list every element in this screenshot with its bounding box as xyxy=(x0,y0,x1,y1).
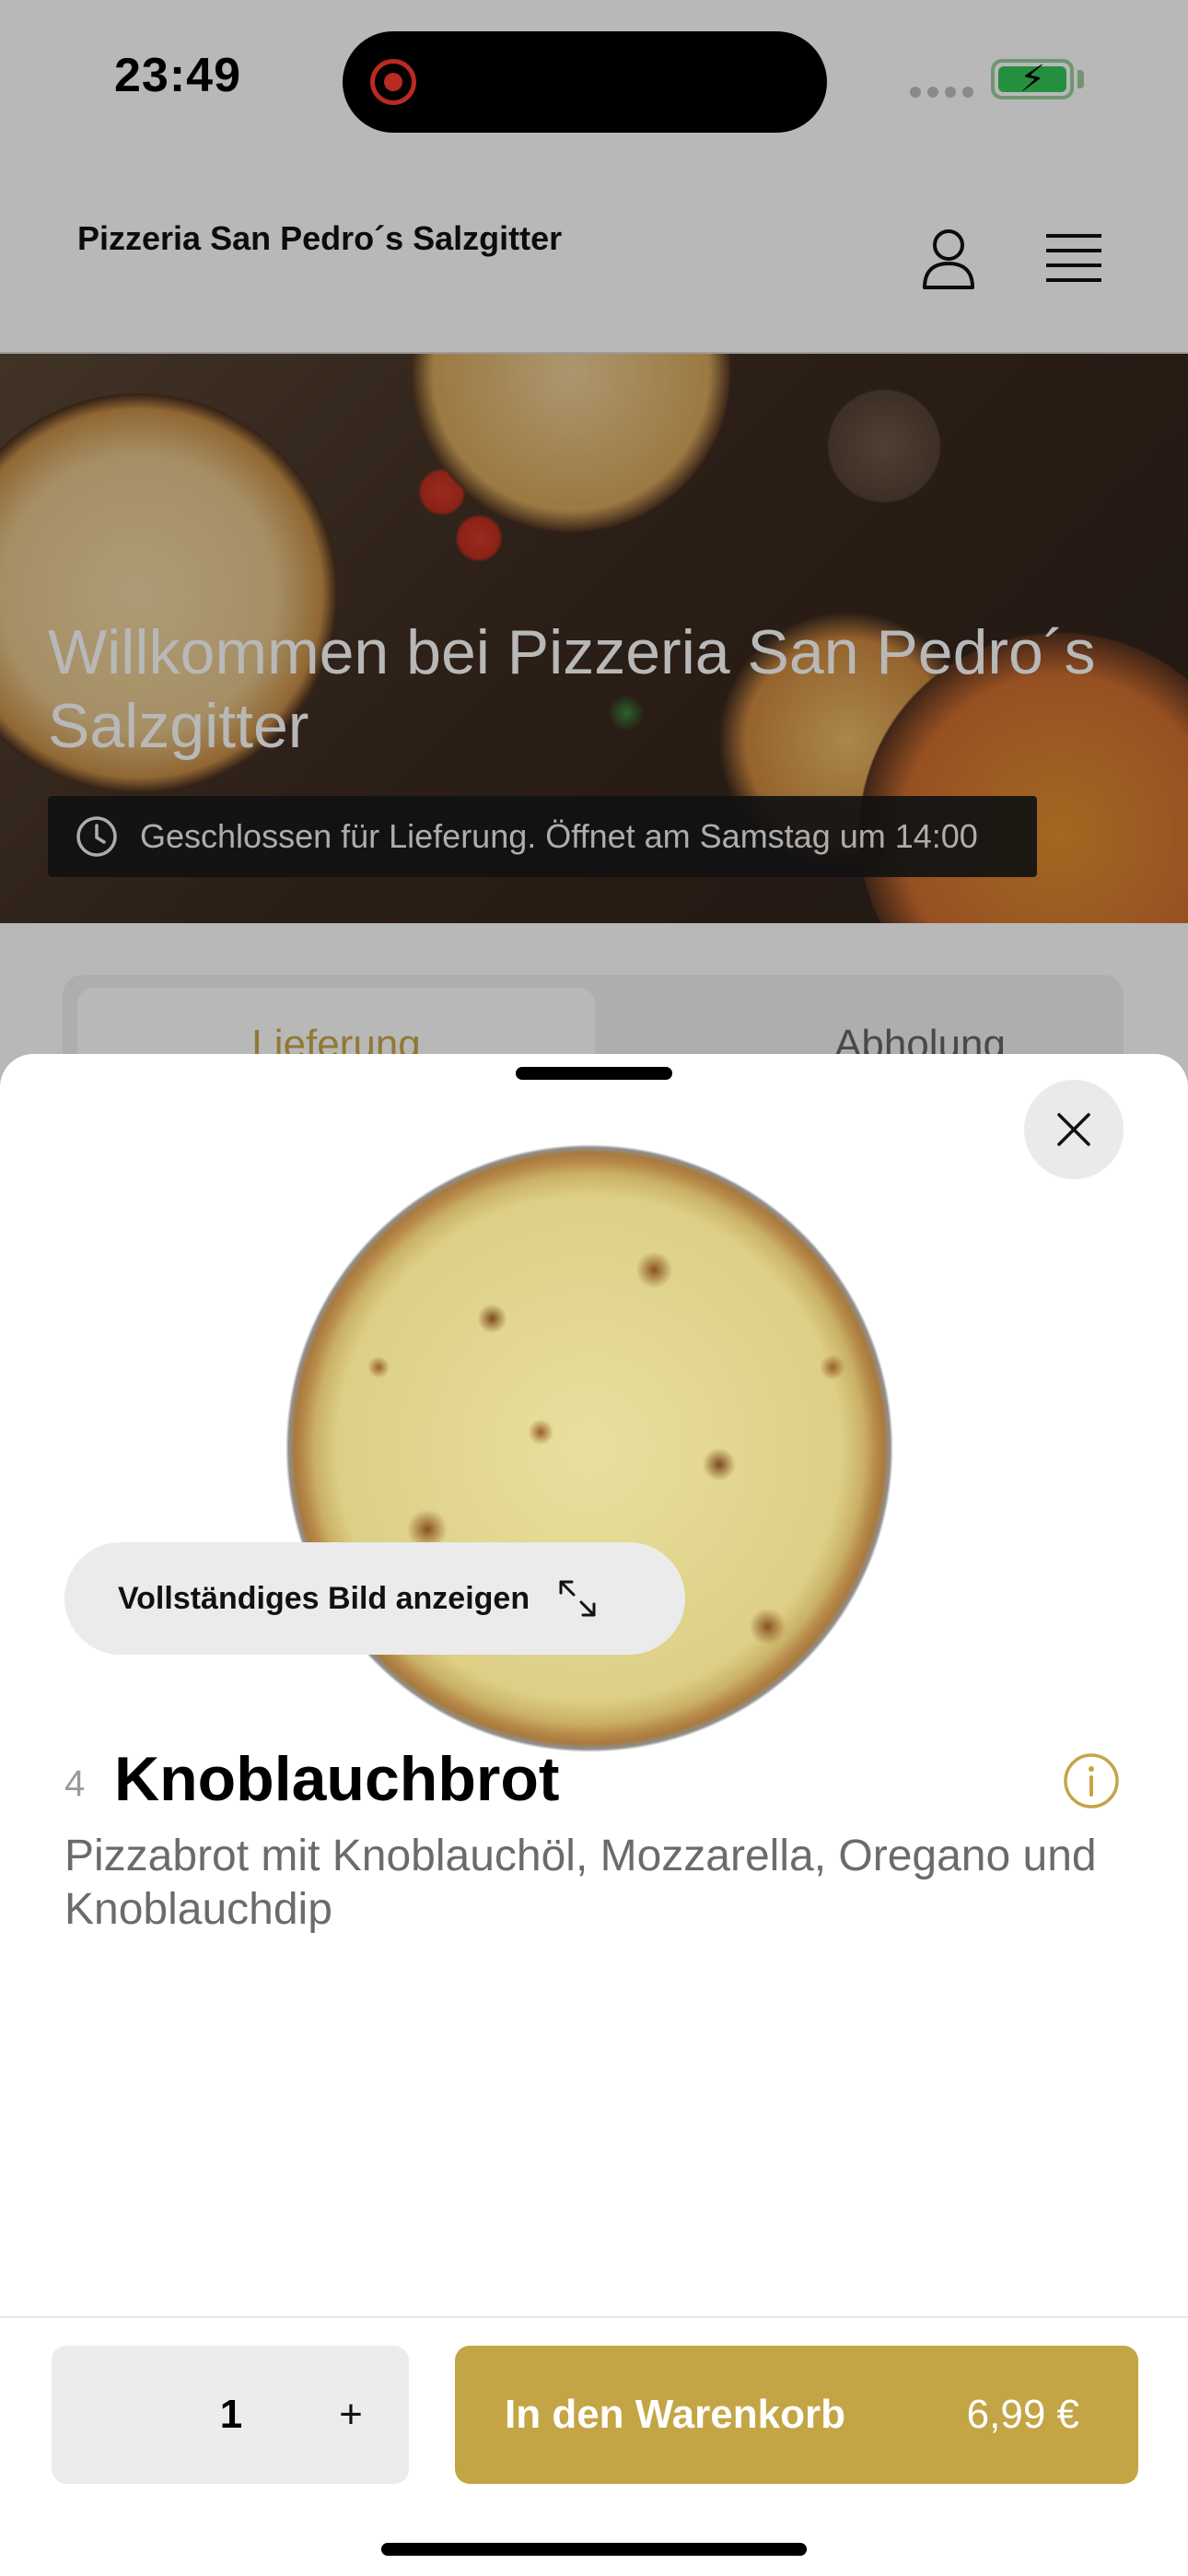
view-full-image-button[interactable]: Vollständiges Bild anzeigen xyxy=(64,1542,685,1655)
product-detail-sheet: Vollständiges Bild anzeigen 4 Knoblauchb… xyxy=(0,1054,1188,2576)
close-icon xyxy=(1057,1113,1090,1146)
expand-icon xyxy=(559,1580,596,1617)
product-description: Pizzabrot mit Knoblauchöl, Mozzarella, O… xyxy=(64,1832,1097,1934)
sheet-footer: 1 + In den Warenkorb 6,99 € xyxy=(0,2316,1188,2576)
quantity-value: 1 xyxy=(219,2392,243,2437)
sheet-grabber[interactable] xyxy=(516,1067,672,1080)
product-name: Knoblauchbrot xyxy=(114,1744,560,1814)
info-icon[interactable] xyxy=(1063,1752,1120,1809)
add-to-cart-label: In den Warenkorb xyxy=(505,2392,845,2437)
product-image xyxy=(184,1054,995,1854)
quantity-increase-button[interactable]: + xyxy=(319,2346,383,2484)
view-full-image-label: Vollständiges Bild anzeigen xyxy=(118,1580,530,1616)
close-button[interactable] xyxy=(1024,1080,1124,1179)
product-price: 6,99 € xyxy=(966,2392,1079,2437)
quantity-stepper: 1 + xyxy=(52,2346,409,2484)
garlic-bread-photo xyxy=(184,1054,995,1854)
home-indicator[interactable] xyxy=(381,2543,807,2556)
add-to-cart-button[interactable]: In den Warenkorb 6,99 € xyxy=(455,2346,1138,2484)
product-number: 4 xyxy=(64,1763,86,1804)
